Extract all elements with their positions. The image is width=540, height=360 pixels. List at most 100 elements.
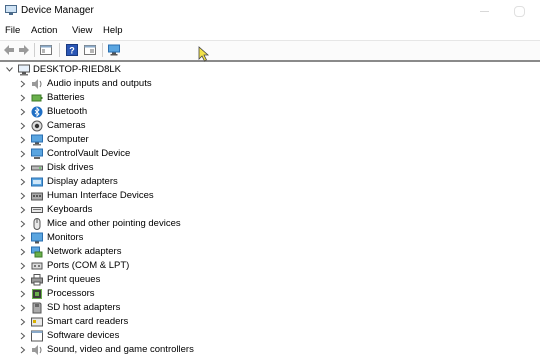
camera-icon: [31, 120, 43, 132]
title-bar: Device Manager: [0, 0, 540, 22]
root-label: DESKTOP-RIED8LK: [33, 64, 121, 75]
chevron-right-icon[interactable]: [19, 80, 26, 88]
tree-item[interactable]: Monitors: [0, 231, 300, 245]
tree-item[interactable]: Disk drives: [0, 161, 300, 175]
tree-root[interactable]: DESKTOP-RIED8LK: [0, 63, 300, 77]
tree-item[interactable]: Computer: [0, 133, 300, 147]
tree-item-label: Print queues: [47, 274, 101, 285]
svg-text:?: ?: [69, 46, 75, 56]
mouse-cursor-icon: [198, 46, 210, 62]
tree-item[interactable]: Print queues: [0, 273, 300, 287]
help-icon[interactable]: ?: [66, 44, 78, 56]
chevron-right-icon[interactable]: [19, 262, 26, 270]
chevron-right-icon[interactable]: [19, 346, 26, 354]
chevron-right-icon[interactable]: [19, 136, 26, 144]
tree-item-label: Human Interface Devices: [47, 190, 154, 201]
menu-action[interactable]: Action: [31, 25, 57, 36]
toolbar-separator: [34, 43, 35, 57]
mouse-icon: [33, 218, 41, 230]
chevron-right-icon[interactable]: [19, 150, 26, 158]
chevron-right-icon[interactable]: [19, 290, 26, 298]
device-icon: [31, 148, 43, 159]
chevron-down-icon[interactable]: [6, 66, 13, 73]
tree-item[interactable]: Batteries: [0, 91, 300, 105]
chevron-right-icon[interactable]: [19, 234, 26, 242]
menu-view[interactable]: View: [72, 25, 92, 36]
tree-item-label: Display adapters: [47, 176, 118, 187]
printer-icon: [31, 274, 43, 286]
minimize-button[interactable]: [470, 0, 500, 22]
sd-icon: [32, 302, 42, 314]
chevron-right-icon[interactable]: [19, 192, 26, 200]
tree-item[interactable]: Human Interface Devices: [0, 189, 300, 203]
chevron-right-icon[interactable]: [19, 220, 26, 228]
tree-item-label: Smart card readers: [47, 316, 129, 327]
chevron-right-icon[interactable]: [19, 108, 26, 116]
port-icon: [31, 262, 43, 270]
properties-icon[interactable]: [40, 44, 52, 56]
sound-icon: [32, 345, 42, 355]
smartcard-icon: [31, 317, 43, 327]
tree-item-label: Processors: [47, 288, 95, 299]
processor-icon: [32, 289, 42, 299]
details-icon[interactable]: [84, 44, 96, 56]
chevron-right-icon[interactable]: [19, 94, 26, 102]
tree-item[interactable]: Display adapters: [0, 175, 300, 189]
tree-item-label: Computer: [47, 134, 89, 145]
chevron-right-icon[interactable]: [19, 332, 26, 340]
back-icon[interactable]: [3, 44, 15, 56]
menu-help[interactable]: Help: [103, 25, 123, 36]
menu-file[interactable]: File: [5, 25, 20, 36]
tree-item-label: Bluetooth: [47, 106, 88, 117]
tree-item-label: ControlVault Device: [47, 148, 131, 159]
tree-item-label: Network adapters: [47, 246, 122, 257]
tree-item-label: SD host adapters: [47, 302, 121, 313]
chevron-right-icon[interactable]: [19, 318, 26, 326]
tree-item[interactable]: Ports (COM & LPT): [0, 259, 300, 273]
toolbar: ?: [0, 40, 540, 62]
software-icon: [31, 330, 43, 342]
tree-item-label: Sound, video and game controllers: [47, 344, 194, 355]
tree-item[interactable]: Cameras: [0, 119, 300, 133]
network-icon: [31, 246, 43, 258]
tree-item[interactable]: SD host adapters: [0, 301, 300, 315]
tree-item-label: Disk drives: [47, 162, 94, 173]
tree-item[interactable]: Audio inputs and outputs: [0, 77, 300, 91]
menu-bar: File Action View Help: [0, 22, 540, 39]
tree-item-label: Cameras: [47, 120, 86, 131]
chevron-right-icon[interactable]: [19, 206, 26, 214]
chevron-right-icon[interactable]: [19, 276, 26, 284]
tree-item[interactable]: Bluetooth: [0, 105, 300, 119]
tree-item-label: Monitors: [47, 232, 84, 243]
keyboard-icon: [31, 207, 43, 213]
chevron-right-icon[interactable]: [19, 178, 26, 186]
tree-item-label: Keyboards: [47, 204, 93, 215]
scan-hardware-icon[interactable]: [108, 44, 120, 56]
tree-item[interactable]: Keyboards: [0, 203, 300, 217]
battery-icon: [31, 94, 43, 102]
chevron-right-icon[interactable]: [19, 248, 26, 256]
tree-item[interactable]: Processors: [0, 287, 300, 301]
tree-item[interactable]: Mice and other pointing devices: [0, 217, 300, 231]
forward-icon[interactable]: [18, 44, 30, 56]
tree-item-label: Ports (COM & LPT): [47, 260, 130, 271]
maximize-button[interactable]: [505, 0, 535, 22]
chevron-right-icon[interactable]: [19, 122, 26, 130]
tree-item[interactable]: ControlVault Device: [0, 147, 300, 161]
tree-item[interactable]: Smart card readers: [0, 315, 300, 329]
chevron-right-icon[interactable]: [19, 164, 26, 172]
window-title: Device Manager: [21, 5, 94, 16]
bluetooth-icon: [31, 106, 43, 118]
computer-icon: [31, 134, 43, 146]
computer-icon: [18, 64, 30, 76]
disk-icon: [31, 165, 43, 171]
device-manager-icon: [5, 5, 17, 15]
tree-item[interactable]: Software devices: [0, 329, 300, 343]
tree-item[interactable]: Sound, video and game controllers: [0, 343, 300, 357]
tree-item-label: Software devices: [47, 330, 120, 341]
toolbar-separator: [59, 43, 60, 57]
chevron-right-icon[interactable]: [19, 304, 26, 312]
tree-item[interactable]: Network adapters: [0, 245, 300, 259]
toolbar-separator: [102, 43, 103, 57]
tree-item-label: Batteries: [47, 92, 85, 103]
